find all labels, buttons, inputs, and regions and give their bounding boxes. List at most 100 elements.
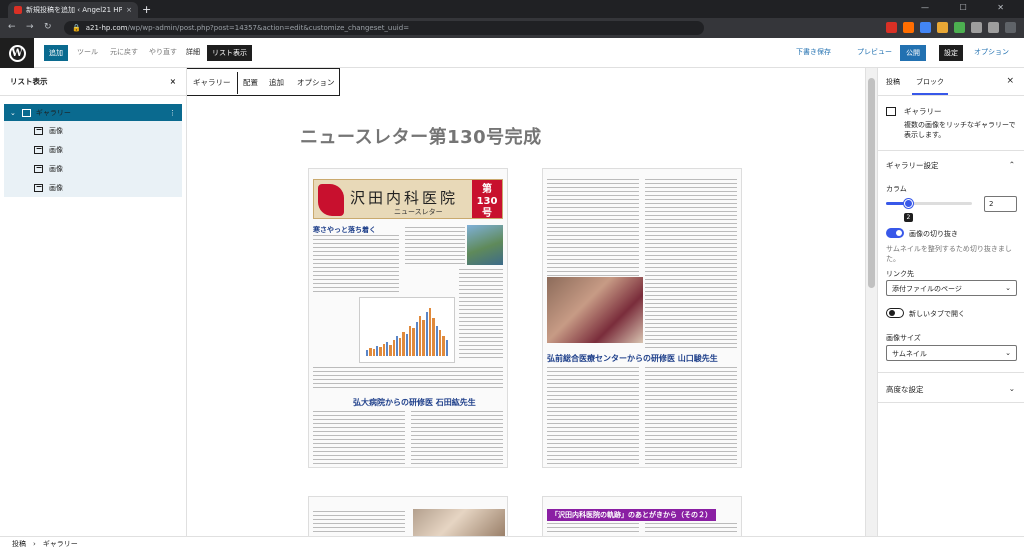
gallery-image-3[interactable]: [308, 496, 508, 536]
chart-bar: [435, 326, 438, 356]
url-input[interactable]: 🔒 a21-hp.com /wp/wp-admin/post.php?post=…: [64, 21, 704, 35]
chart-bar: [402, 332, 405, 356]
extension-icon[interactable]: [920, 22, 931, 33]
tab-close-icon[interactable]: ×: [126, 6, 132, 14]
clinic-logo-icon: [318, 184, 344, 216]
gallery-settings-header[interactable]: ギャラリー設定 ⌃: [878, 160, 1024, 171]
editor-canvas: ニュースレター第130号完成 沢田内科医院 ニュースレター 第130号 寒さやっ…: [187, 96, 865, 536]
image-icon: [34, 183, 43, 192]
settings-sidebar: 投稿 ブロック × ギャラリー 複数の画像をリッチなギャラリーで表示します。 ギ…: [877, 68, 1024, 536]
address-bar-row: ← → ↻ 🔒 a21-hp.com /wp/wp-admin/post.php…: [0, 18, 1024, 38]
close-icon[interactable]: ×: [1006, 76, 1014, 86]
list-item-label: ギャラリー: [35, 108, 71, 117]
settings-button[interactable]: 設定: [939, 45, 963, 61]
crop-toggle[interactable]: [886, 228, 904, 238]
extension-icon[interactable]: [954, 22, 965, 33]
new-tab-toggle[interactable]: [886, 308, 904, 318]
list-item-image[interactable]: 画像: [4, 159, 182, 178]
chevron-up-icon[interactable]: ⌃: [1009, 160, 1015, 171]
staff-photo: [413, 509, 505, 536]
url-path: /wp/wp-admin/post.php?post=14357&action=…: [127, 24, 410, 32]
chart-bar: [385, 342, 389, 356]
columns-slider[interactable]: [886, 199, 972, 208]
publish-button[interactable]: 公開: [900, 45, 926, 61]
link-label: リンク先: [886, 270, 914, 278]
preview-button[interactable]: プレビュー: [857, 47, 892, 57]
chevron-down-icon[interactable]: ⌄: [10, 109, 16, 117]
chart-bar: [395, 336, 399, 356]
advanced-section: 高度な設定 ⌄: [878, 384, 1024, 395]
active-tab-indicator: [912, 93, 948, 95]
size-select[interactable]: サムネイル ⌄: [886, 345, 1017, 361]
wordpress-logo-icon[interactable]: W: [0, 38, 34, 68]
back-icon[interactable]: ←: [8, 22, 16, 32]
extension-icon[interactable]: [886, 22, 897, 33]
gallery-image-2[interactable]: 弘前総合医療センターからの研修医 山口駿先生: [542, 168, 742, 468]
close-icon[interactable]: ×: [170, 77, 176, 86]
block-switcher-button[interactable]: ギャラリー: [193, 77, 231, 88]
chart-bar: [419, 316, 422, 356]
forward-icon[interactable]: →: [26, 22, 34, 32]
list-item-label: 画像: [49, 164, 63, 173]
more-options-icon[interactable]: ⋮: [169, 109, 176, 117]
browser-tab[interactable]: 新規投稿を追加 ‹ Angel21 HP Bl... ×: [8, 2, 138, 18]
details-button[interactable]: 詳細: [186, 47, 200, 57]
save-draft-button[interactable]: 下書き保存: [796, 47, 831, 57]
extension-icon[interactable]: [937, 22, 948, 33]
list-item-gallery[interactable]: ⌄ ギャラリー ⋮: [4, 104, 182, 121]
align-button[interactable]: 配置: [243, 77, 258, 88]
new-tab-icon[interactable]: +: [142, 3, 151, 16]
undo-button[interactable]: 元に戻す: [110, 47, 138, 57]
reload-icon[interactable]: ↻: [44, 22, 52, 32]
chart-bar: [425, 312, 428, 356]
chart-bar: [366, 350, 369, 356]
newsletter-banner: 沢田内科医院 ニュースレター 第130号: [313, 179, 503, 219]
add-button[interactable]: 追加: [269, 77, 284, 88]
size-value: サムネイル: [892, 350, 927, 358]
add-block-button[interactable]: 追加: [44, 45, 68, 61]
canvas-scrollbar[interactable]: [865, 68, 877, 536]
list-item-image[interactable]: 画像: [4, 121, 182, 140]
extension-icon[interactable]: [988, 22, 999, 33]
banner-number: 第130号: [472, 180, 502, 219]
columns-number-input[interactable]: 2: [984, 196, 1017, 212]
gallery-settings-section: ギャラリー設定 ⌃: [878, 160, 1024, 171]
crop-label: 画像の切り抜き: [909, 230, 958, 238]
advanced-header[interactable]: 高度な設定 ⌄: [878, 384, 1024, 395]
slider-handle[interactable]: [903, 199, 913, 208]
lock-icon: 🔒: [72, 24, 81, 32]
breadcrumb-post[interactable]: 投稿: [12, 539, 26, 549]
list-view-header: リスト表示 ×: [0, 68, 186, 96]
options-button[interactable]: オプション: [974, 47, 1009, 57]
chart-bar: [422, 320, 425, 356]
extension-icon[interactable]: [903, 22, 914, 33]
redo-button[interactable]: やり直す: [149, 47, 177, 57]
tab-block[interactable]: ブロック: [916, 77, 944, 87]
gallery-icon: [21, 108, 31, 117]
tab-post[interactable]: 投稿: [886, 77, 900, 87]
scrollbar-thumb[interactable]: [868, 78, 875, 288]
link-select[interactable]: 添付ファイルのページ ⌄: [886, 280, 1017, 296]
chevron-down-icon: ⌄: [1005, 284, 1011, 292]
gallery-image-1[interactable]: 沢田内科医院 ニュースレター 第130号 寒さやっと落ち着く 弘大病院からの研修…: [308, 168, 508, 468]
list-item-image[interactable]: 画像: [4, 178, 182, 197]
extension-icon[interactable]: [1005, 22, 1016, 33]
image-icon: [34, 164, 43, 173]
window-controls[interactable]: — ☐ ✕: [921, 3, 1018, 12]
favicon-icon: [14, 6, 22, 14]
post-title[interactable]: ニュースレター第130号完成: [300, 123, 542, 149]
crop-help: サムネイルを整列するため切り抜きました。: [886, 245, 1012, 263]
breadcrumb-gallery[interactable]: ギャラリー: [43, 539, 78, 549]
chart-bar: [392, 340, 395, 356]
gallery-image-4[interactable]: 「沢田内科医院の軌跡」のあとがきから（その２）: [542, 496, 742, 536]
divider: [878, 372, 1024, 373]
list-view-button[interactable]: リスト表示: [207, 45, 252, 61]
chart-bar: [399, 338, 402, 356]
extension-icon[interactable]: [971, 22, 982, 33]
list-item-image[interactable]: 画像: [4, 140, 182, 159]
options-button[interactable]: オプション: [297, 77, 335, 88]
list-item-label: 画像: [49, 145, 63, 154]
slider-tooltip: 2: [903, 213, 914, 222]
chevron-down-icon[interactable]: ⌄: [1009, 384, 1015, 395]
tools-button[interactable]: ツール: [77, 47, 98, 57]
